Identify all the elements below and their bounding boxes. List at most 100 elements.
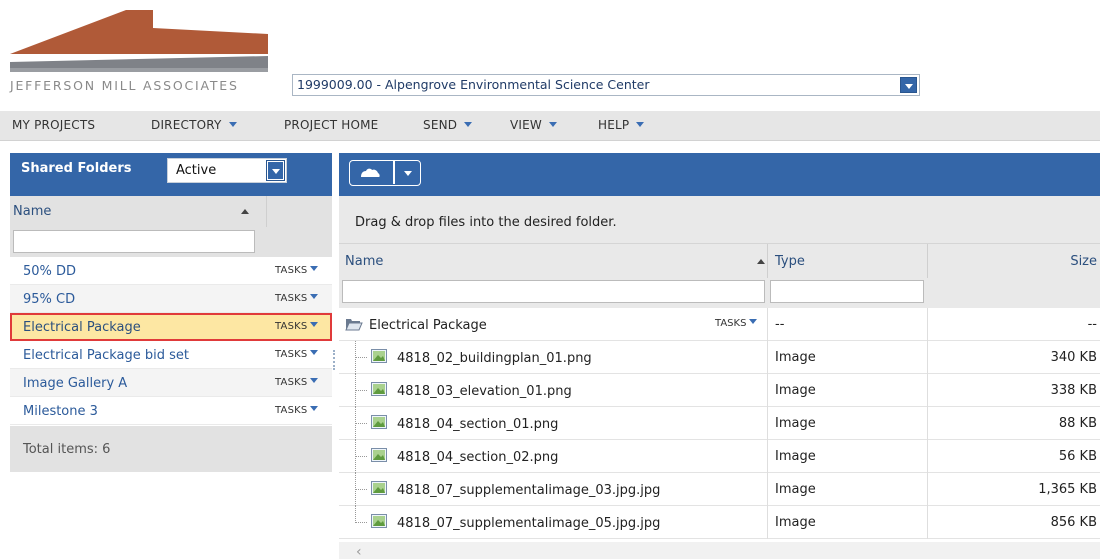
file-row[interactable]: 4818_04_section_01.png Image 88 KB bbox=[339, 407, 1100, 440]
file-size: -- bbox=[1087, 317, 1097, 332]
menu-directory[interactable]: DIRECTORY bbox=[151, 118, 237, 132]
folder-row-milestone-3[interactable]: Milestone 3 TASKS bbox=[10, 397, 332, 425]
cell-divider bbox=[767, 407, 768, 440]
file-type: -- bbox=[775, 317, 785, 332]
image-file-icon bbox=[371, 382, 387, 396]
folder-tasks-menu[interactable]: TASKS bbox=[275, 377, 319, 388]
chevron-down-icon bbox=[228, 122, 237, 127]
folder-tasks-menu[interactable]: TASKS bbox=[275, 293, 319, 304]
menu-send[interactable]: SEND bbox=[423, 118, 473, 132]
panel-splitter-handle[interactable] bbox=[333, 350, 336, 370]
file-name: Electrical Package bbox=[369, 318, 487, 333]
tree-connector bbox=[355, 506, 356, 523]
file-name: 4818_07_supplementalimage_05.jpg.jpg bbox=[397, 516, 661, 531]
chevron-down-icon bbox=[464, 122, 473, 127]
project-select[interactable]: 1999009.00 - Alpengrove Environmental Sc… bbox=[292, 74, 920, 96]
cell-divider bbox=[767, 341, 768, 374]
drop-zone-hint[interactable]: Drag & drop files into the desired folde… bbox=[339, 196, 1100, 243]
folder-tasks-menu[interactable]: TASKS bbox=[275, 349, 319, 360]
column-divider[interactable] bbox=[767, 244, 768, 279]
file-row[interactable]: 4818_07_supplementalimage_03.jpg.jpg Ima… bbox=[339, 473, 1100, 506]
folder-status-select[interactable]: Active bbox=[167, 158, 287, 183]
cell-divider bbox=[927, 374, 928, 407]
image-file-icon bbox=[371, 349, 387, 363]
column-header-type[interactable]: Type bbox=[775, 254, 805, 269]
file-size: 338 KB bbox=[1050, 383, 1097, 398]
chevron-down-icon[interactable] bbox=[900, 77, 917, 93]
tree-connector bbox=[355, 522, 367, 523]
cell-divider bbox=[767, 374, 768, 407]
folder-row-95-cd[interactable]: 95% CD TASKS bbox=[10, 285, 332, 313]
cell-divider bbox=[927, 308, 928, 341]
type-filter-input[interactable] bbox=[770, 280, 924, 303]
file-type: Image bbox=[775, 482, 816, 497]
chevron-down-icon bbox=[310, 350, 319, 355]
folder-filter-row bbox=[10, 227, 332, 257]
folder-label[interactable]: 50% DD bbox=[23, 264, 76, 279]
folder-row-electrical-package-bid-set[interactable]: Electrical Package bid set TASKS bbox=[10, 341, 332, 369]
folder-tasks-menu[interactable]: TASKS bbox=[275, 321, 319, 332]
folder-status-value: Active bbox=[176, 163, 217, 178]
cell-divider bbox=[767, 440, 768, 473]
cloud-upload-icon[interactable] bbox=[359, 168, 381, 177]
company-name: JEFFERSON MILL ASSOCIATES bbox=[10, 78, 239, 93]
folder-name-filter-input[interactable] bbox=[13, 230, 255, 253]
column-divider[interactable] bbox=[927, 244, 928, 279]
upload-split-button[interactable] bbox=[349, 160, 421, 186]
chevron-down-icon[interactable] bbox=[266, 160, 285, 181]
file-name: 4818_03_elevation_01.png bbox=[397, 384, 572, 399]
tree-connector bbox=[355, 357, 367, 358]
folder-tasks-menu[interactable]: TASKS bbox=[275, 405, 319, 416]
folder-label[interactable]: Image Gallery A bbox=[23, 376, 127, 391]
file-name: 4818_04_section_02.png bbox=[397, 450, 559, 465]
menu-view[interactable]: VIEW bbox=[510, 118, 557, 132]
files-filter-row bbox=[339, 278, 1100, 308]
folder-row-image-gallery-a[interactable]: Image Gallery A TASKS bbox=[10, 369, 332, 397]
column-header-size[interactable]: Size bbox=[1070, 254, 1097, 269]
folder-label[interactable]: Electrical Package bbox=[23, 320, 141, 335]
folder-list: 50% DD TASKS 95% CD TASKS Electrical Pac… bbox=[10, 257, 332, 425]
image-file-icon bbox=[371, 481, 387, 495]
menu-help[interactable]: HELP bbox=[598, 118, 645, 132]
horizontal-scrollbar[interactable]: ‹ bbox=[339, 542, 1100, 559]
file-size: 88 KB bbox=[1058, 416, 1097, 431]
image-file-icon bbox=[371, 448, 387, 462]
file-row[interactable]: 4818_04_section_02.png Image 56 KB bbox=[339, 440, 1100, 473]
file-type: Image bbox=[775, 449, 816, 464]
sort-ascending-icon bbox=[757, 259, 765, 264]
chevron-down-icon bbox=[549, 122, 557, 127]
cell-divider bbox=[927, 440, 928, 473]
tree-connector bbox=[355, 456, 367, 457]
menu-project-home[interactable]: PROJECT HOME bbox=[284, 118, 378, 132]
file-row[interactable]: 4818_03_elevation_01.png Image 338 KB bbox=[339, 374, 1100, 407]
file-name: 4818_04_section_01.png bbox=[397, 417, 559, 432]
folder-tasks-menu[interactable]: TASKS bbox=[715, 318, 758, 329]
project-select-value: 1999009.00 - Alpengrove Environmental Sc… bbox=[297, 77, 650, 92]
total-items-count: Total items: 6 bbox=[23, 442, 111, 457]
scroll-left-icon[interactable]: ‹ bbox=[356, 544, 362, 559]
file-row[interactable]: 4818_07_supplementalimage_05.jpg.jpg Ima… bbox=[339, 506, 1100, 539]
cell-divider bbox=[927, 473, 928, 506]
menu-my-projects[interactable]: MY PROJECTS bbox=[12, 118, 95, 132]
tree-connector bbox=[355, 423, 367, 424]
file-type: Image bbox=[775, 515, 816, 530]
folder-label[interactable]: Milestone 3 bbox=[23, 404, 98, 419]
column-header-name[interactable]: Name bbox=[345, 254, 383, 269]
folder-row-electrical-package[interactable]: Electrical Package TASKS bbox=[10, 313, 332, 341]
file-size: 56 KB bbox=[1058, 449, 1097, 464]
folder-tasks-menu[interactable]: TASKS bbox=[275, 265, 319, 276]
file-size: 856 KB bbox=[1050, 515, 1097, 530]
cell-divider bbox=[767, 473, 768, 506]
name-filter-input[interactable] bbox=[342, 280, 765, 303]
chevron-down-icon bbox=[310, 294, 319, 299]
company-logo: JEFFERSON MILL ASSOCIATES bbox=[8, 8, 270, 100]
folder-label[interactable]: Electrical Package bid set bbox=[23, 348, 189, 363]
files-grid-body: Electrical Package TASKS -- -- 4818_02_b… bbox=[339, 308, 1100, 542]
folder-name-column-header[interactable]: Name bbox=[10, 196, 332, 227]
file-row[interactable]: 4818_02_buildingplan_01.png Image 340 KB bbox=[339, 341, 1100, 374]
grid-folder-row[interactable]: Electrical Package TASKS -- -- bbox=[339, 308, 1100, 341]
chevron-down-icon[interactable] bbox=[404, 171, 412, 176]
folder-row-50-dd[interactable]: 50% DD TASKS bbox=[10, 257, 332, 285]
folder-label[interactable]: 95% CD bbox=[23, 292, 75, 307]
chevron-down-icon bbox=[310, 406, 319, 411]
